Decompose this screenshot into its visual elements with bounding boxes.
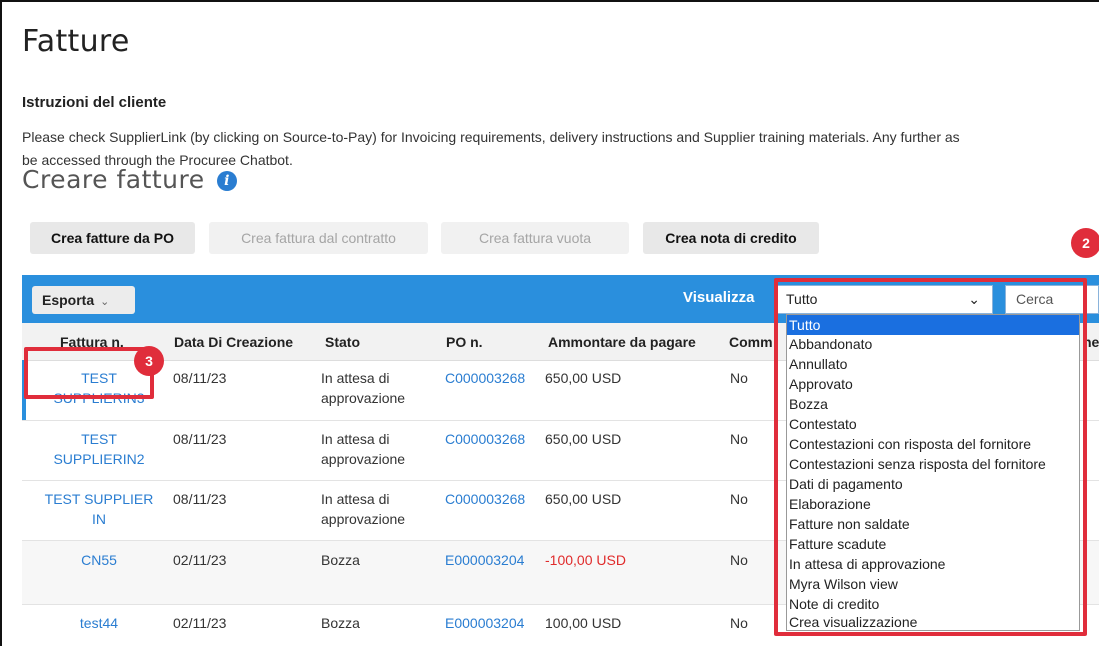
column-header-amount[interactable]: Ammontare da pagare [548,334,696,350]
amount: 100,00 USD [545,615,622,631]
column-header-status[interactable]: Stato [325,334,360,350]
column-header-date[interactable]: Data Di Creazione [174,334,293,350]
po-link[interactable]: C000003268 [445,429,525,449]
create-blank-invoice-button[interactable]: Crea fattura vuota [441,222,629,254]
export-button[interactable]: Esporta ⌄ [32,286,135,314]
column-header-po[interactable]: PO n. [446,334,483,350]
created-date: 02/11/23 [173,552,227,568]
column-header-comments[interactable]: Comm [729,334,773,350]
status: In attesa di approvazione [321,491,406,527]
created-date: 08/11/23 [173,491,227,507]
status: In attesa di approvazione [321,370,406,406]
po-link[interactable]: C000003268 [445,489,525,509]
invoice-link[interactable]: TEST SUPPLIER IN [34,489,164,529]
info-icon[interactable]: i [217,171,238,191]
invoice-link[interactable]: test44 [34,613,164,633]
amount: 650,00 USD [545,370,622,386]
status: Bozza [321,615,360,631]
status: In attesa di approvazione [321,431,406,467]
callout-number-2: 2 [1071,228,1099,258]
chevron-down-icon: ⌄ [100,296,110,308]
amount: 650,00 USD [545,491,622,507]
page-title: Fatture [22,24,130,59]
comments: No [730,552,748,568]
create-invoices-heading: Creare fatture i [22,165,238,194]
created-date: 08/11/23 [173,431,227,447]
comments: No [730,370,748,386]
status: Bozza [321,552,360,568]
amount: -100,00 USD [545,552,626,568]
comments: No [730,615,748,631]
create-invoices-title: Creare fatture [22,165,205,194]
invoice-link[interactable]: TEST SUPPLIERIN2 [34,429,164,469]
callout-number-3: 3 [134,346,164,376]
create-invoice-from-po-button[interactable]: Crea fatture da PO [30,222,195,254]
view-label: Visualizza [683,289,755,306]
po-link[interactable]: E000003204 [445,550,524,570]
export-label: Esporta [42,292,95,308]
create-credit-note-button[interactable]: Crea nota di credito [643,222,819,254]
created-date: 02/11/23 [173,615,227,631]
comments: No [730,431,748,447]
po-link[interactable]: E000003204 [445,613,524,633]
invoice-link[interactable]: CN55 [34,550,164,570]
comments: No [730,491,748,507]
created-date: 08/11/23 [173,370,227,386]
amount: 650,00 USD [545,431,622,447]
create-invoice-from-contract-button[interactable]: Crea fattura dal contratto [209,222,428,254]
po-link[interactable]: C000003268 [445,368,525,388]
callout-highlight-view [774,278,1087,636]
instructions-text: Please check SupplierLink (by clicking o… [22,129,960,145]
instructions-title: Istruzioni del cliente [22,94,167,111]
